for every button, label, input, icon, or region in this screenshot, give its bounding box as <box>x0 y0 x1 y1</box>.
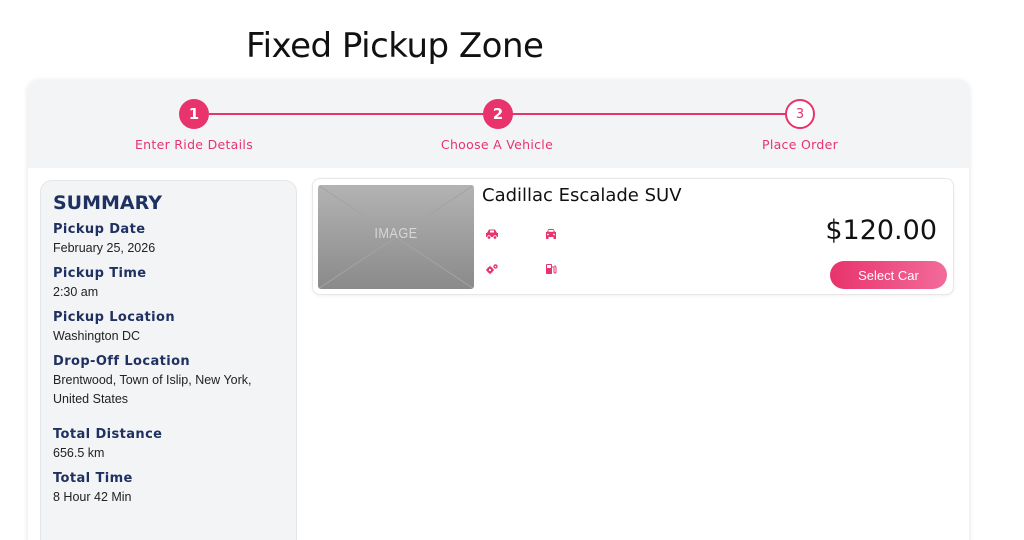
vehicle-image-placeholder: IMAGE <box>318 185 474 289</box>
pickup-date-value: February 25, 2026 <box>53 241 156 255</box>
fuel-pump-icon <box>546 264 557 274</box>
page-title: Fixed Pickup Zone <box>246 26 544 66</box>
step-3-label[interactable]: Place Order <box>700 137 900 152</box>
step-connector <box>512 113 802 115</box>
car-front-icon <box>546 229 556 239</box>
vehicle-card: IMAGE Cadillac Escalade SUV $120.00 Sele… <box>312 178 954 295</box>
progress-stepper: 1 Enter Ride Details 2 Choose A Vehicle … <box>28 80 969 168</box>
pickup-location-value: Washington DC <box>53 329 141 343</box>
total-time-value: 8 Hour 42 Min <box>53 490 132 504</box>
car-side-icon <box>486 229 498 240</box>
dropoff-location-label: Drop-Off Location <box>53 354 191 369</box>
step-3-indicator[interactable]: 3 <box>785 99 815 129</box>
gears-icon <box>486 264 498 275</box>
total-distance-label: Total Distance <box>53 427 163 442</box>
summary-title: SUMMARY <box>53 192 162 214</box>
pickup-location-label: Pickup Location <box>53 310 175 325</box>
step-connector <box>209 113 499 115</box>
vehicle-name: Cadillac Escalade SUV <box>482 185 682 206</box>
step-1-indicator[interactable]: 1 <box>179 99 209 129</box>
summary-panel: SUMMARY Pickup Date February 25, 2026 Pi… <box>40 180 297 540</box>
select-car-button[interactable]: Select Car <box>830 261 947 289</box>
pickup-time-value: 2:30 am <box>53 285 99 299</box>
dropoff-location-value: Brentwood, Town of Islip, New York, Unit… <box>53 373 252 406</box>
total-time-label: Total Time <box>53 471 133 486</box>
total-distance-value: 656.5 km <box>53 446 105 460</box>
pickup-date-label: Pickup Date <box>53 222 146 237</box>
step-2-label[interactable]: Choose A Vehicle <box>397 137 597 152</box>
booking-card: 1 Enter Ride Details 2 Choose A Vehicle … <box>28 80 969 540</box>
step-2-indicator[interactable]: 2 <box>483 99 513 129</box>
step-1-label[interactable]: Enter Ride Details <box>94 137 294 152</box>
vehicle-price: $120.00 <box>825 215 937 246</box>
pickup-time-label: Pickup Time <box>53 266 147 281</box>
image-placeholder-text: IMAGE <box>374 225 418 242</box>
